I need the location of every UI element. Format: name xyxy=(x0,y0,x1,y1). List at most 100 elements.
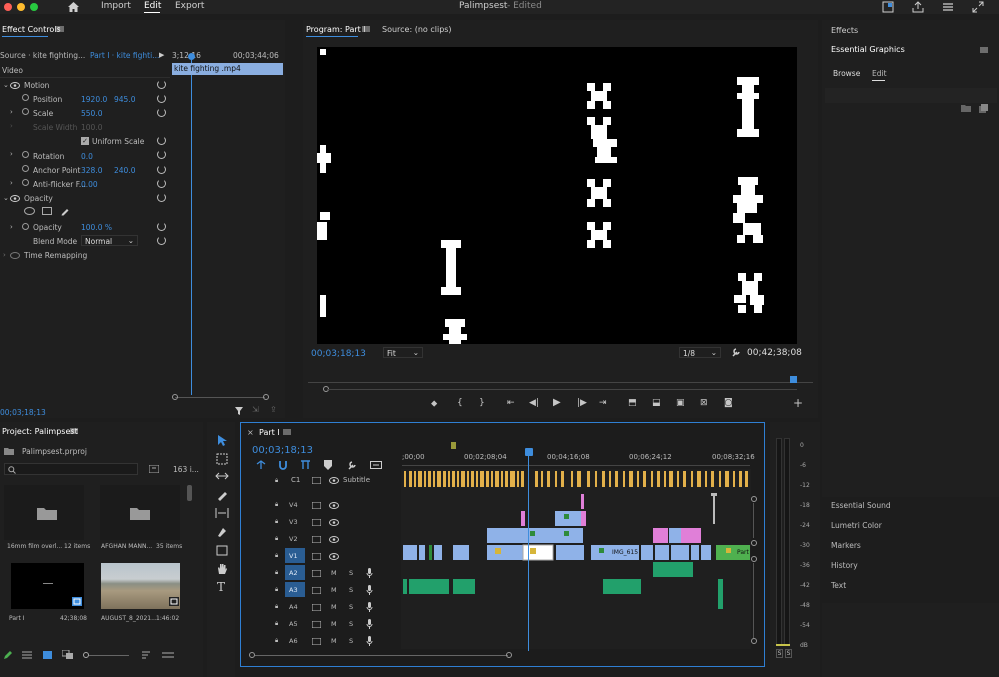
sync-lock-icon[interactable] xyxy=(312,553,321,560)
clip-thumbnail[interactable] xyxy=(101,563,180,609)
reset-motion-icon[interactable] xyxy=(157,80,166,89)
slip-tool-icon[interactable] xyxy=(215,507,229,519)
lock-icon[interactable]: 🔒︎ xyxy=(275,518,278,526)
workspace-menu-icon[interactable] xyxy=(942,2,954,12)
fx-visibility-icon[interactable] xyxy=(10,195,20,202)
wrench-icon[interactable] xyxy=(731,347,741,357)
lock-icon[interactable]: 🔒︎ xyxy=(275,586,278,594)
lock-icon[interactable]: 🔒︎ xyxy=(275,552,278,560)
menu-export[interactable]: Export xyxy=(175,1,204,11)
tab-markers[interactable]: Markers xyxy=(831,541,861,550)
lock-icon[interactable]: 🔒︎ xyxy=(275,501,278,509)
tab-essential-sound[interactable]: Essential Sound xyxy=(831,501,891,510)
sort-icon[interactable] xyxy=(142,651,154,660)
tab-edit[interactable]: Edit xyxy=(872,69,887,78)
solo-button[interactable]: S xyxy=(349,637,353,645)
captions-icon[interactable] xyxy=(370,461,382,469)
overwrite-icon[interactable]: ⊠ xyxy=(700,398,708,408)
resolution-select[interactable]: 1/8 ⌄ xyxy=(679,347,721,358)
reset-position-icon[interactable] xyxy=(157,94,166,103)
program-zoom-bar[interactable] xyxy=(327,389,797,390)
mute-button[interactable]: M xyxy=(331,637,337,645)
sequence-marker[interactable] xyxy=(451,442,456,449)
go-to-out-icon[interactable]: ⇥ xyxy=(599,398,607,408)
step-back-icon[interactable]: ◀| xyxy=(529,398,539,408)
voiceover-mic-icon[interactable] xyxy=(366,585,373,595)
go-to-in-icon[interactable]: ⇤ xyxy=(507,398,515,408)
reset-rotation-icon[interactable] xyxy=(157,150,166,159)
close-tab-icon[interactable]: × xyxy=(247,428,254,437)
sequence-clip-selector[interactable]: Part I · kite fighti... xyxy=(90,51,159,60)
project-scrollbar[interactable] xyxy=(187,485,192,501)
solo-button[interactable]: S xyxy=(349,569,353,577)
solo-button[interactable]: S xyxy=(349,603,353,611)
pencil-icon[interactable] xyxy=(3,650,13,660)
ec-scrollbar[interactable] xyxy=(175,397,265,398)
h-zoom-handle-right[interactable] xyxy=(506,652,512,658)
scale-disclosure-icon[interactable]: › xyxy=(10,108,13,116)
v-scrollbar[interactable] xyxy=(753,503,754,538)
filter-icon[interactable] xyxy=(234,406,244,416)
tab-timeline-part-i[interactable]: Part I xyxy=(259,428,280,442)
v-scroll-handle[interactable] xyxy=(751,496,757,502)
v-scroll-handle[interactable] xyxy=(751,540,757,546)
tab-browse[interactable]: Browse xyxy=(833,69,860,78)
solo-button[interactable]: S xyxy=(349,586,353,594)
stopwatch-icon[interactable] xyxy=(22,108,29,115)
source-clip-selector[interactable]: Source · kite fighting... xyxy=(0,51,85,60)
scroll-handle-left[interactable] xyxy=(172,394,178,400)
reset-opacity-icon[interactable] xyxy=(157,222,166,231)
minimize-window-button[interactable] xyxy=(17,3,25,11)
mark-out-icon[interactable]: } xyxy=(479,398,485,408)
stopwatch-icon[interactable] xyxy=(22,223,29,230)
timeline-playhead-handle[interactable] xyxy=(525,448,533,456)
tab-lumetri-color[interactable]: Lumetri Color xyxy=(831,521,882,530)
export-frame-icon[interactable]: ⇲ xyxy=(252,405,259,414)
sync-lock-icon[interactable] xyxy=(312,621,321,628)
panel-menu-icon[interactable] xyxy=(980,47,988,53)
blend-mode-select[interactable]: Normal ⌄ xyxy=(81,235,138,246)
new-bin-icon[interactable] xyxy=(149,465,159,473)
lock-icon[interactable]: 🔒︎ xyxy=(275,535,278,543)
fx-visibility-icon[interactable] xyxy=(10,82,20,89)
export-frame-icon[interactable]: ◙ xyxy=(724,398,733,408)
extract-icon[interactable]: ⬓ xyxy=(652,398,661,408)
opacity-value[interactable]: 100.0 % xyxy=(81,223,112,232)
bin-thumbnail[interactable] xyxy=(100,485,180,540)
quick-export-icon[interactable] xyxy=(882,1,894,13)
toggle-output-icon[interactable] xyxy=(329,536,339,543)
panel-menu-icon[interactable] xyxy=(283,429,291,435)
rectangle-mask-icon[interactable] xyxy=(42,207,52,215)
toggle-output-icon[interactable] xyxy=(329,477,339,484)
reset-uniform-icon[interactable] xyxy=(157,136,166,145)
timeline-ruler[interactable]: ;00;00 00;02;08;04 00;04;16;08 00;06;24;… xyxy=(402,451,755,471)
tab-effects[interactable]: Effects xyxy=(831,26,858,40)
reset-blend-icon[interactable] xyxy=(157,236,166,245)
zoom-fit-select[interactable]: Fit ⌄ xyxy=(383,347,423,358)
solo-button[interactable]: S xyxy=(349,620,353,628)
scale-value[interactable]: 550.0 xyxy=(81,109,102,118)
freeform-view-icon[interactable] xyxy=(62,650,74,660)
sync-lock-icon[interactable] xyxy=(312,587,321,594)
type-tool-icon[interactable]: T xyxy=(217,580,225,594)
fullscreen-icon[interactable] xyxy=(972,1,984,13)
project-search-input[interactable] xyxy=(4,463,138,475)
icon-view-icon[interactable] xyxy=(43,651,52,659)
antiflicker-disclosure-icon[interactable]: › xyxy=(10,179,13,187)
tab-text[interactable]: Text xyxy=(831,581,846,590)
reset-antiflicker-icon[interactable] xyxy=(157,179,166,188)
graphics-layer-list[interactable] xyxy=(825,88,997,103)
menu-import[interactable]: Import xyxy=(101,1,131,11)
rotation-disclosure-icon[interactable]: › xyxy=(10,150,13,158)
toggle-output-icon[interactable] xyxy=(329,519,339,526)
lock-icon[interactable]: 🔒︎ xyxy=(275,569,278,577)
toggle-output-icon[interactable] xyxy=(329,502,339,509)
voiceover-mic-icon[interactable] xyxy=(366,636,373,646)
voiceover-mic-icon[interactable] xyxy=(366,568,373,578)
maximize-window-button[interactable] xyxy=(30,3,38,11)
zoom-slider[interactable] xyxy=(89,655,129,656)
antiflicker-value[interactable]: 0.00 xyxy=(81,180,98,189)
ec-playhead-handle[interactable] xyxy=(188,53,195,60)
anchor-y-value[interactable]: 240.0 xyxy=(114,166,135,175)
mute-button[interactable]: M xyxy=(331,586,337,594)
